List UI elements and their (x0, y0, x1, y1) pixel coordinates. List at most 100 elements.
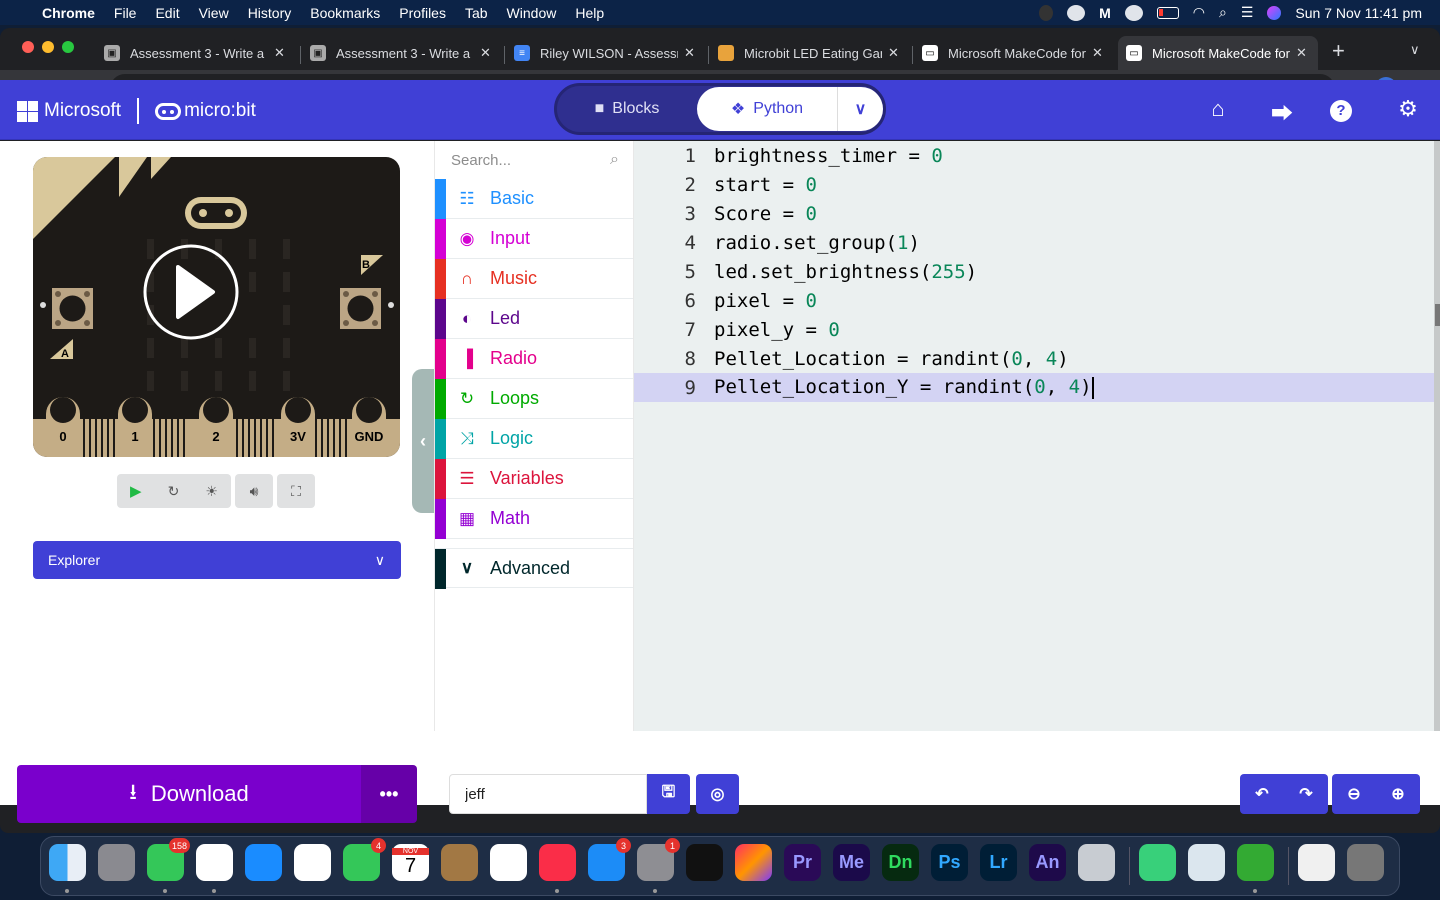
dock-app-mail[interactable] (245, 844, 282, 881)
menu-history[interactable]: History (248, 5, 292, 21)
menu-tab[interactable]: Tab (465, 5, 488, 21)
dock-app-roblox[interactable] (1078, 844, 1115, 881)
dock-app-utorrent[interactable] (1237, 844, 1274, 881)
dock-app-animate[interactable]: An (1029, 844, 1066, 881)
menu-bookmarks[interactable]: Bookmarks (310, 5, 380, 21)
browser-tab-active[interactable]: ▭ Microsoft MakeCode for ✕ (1118, 36, 1318, 70)
browser-tab[interactable]: ▭ Microsoft MakeCode for ✕ (914, 36, 1111, 70)
download-button[interactable]: ⭳ Download (17, 765, 361, 823)
download-more-options-icon[interactable]: ••• (361, 765, 417, 823)
dock-app-contacts[interactable] (441, 844, 478, 881)
toolbox-search-input[interactable]: Search... ⌕ (435, 141, 633, 179)
dock-app-creative-cloud[interactable] (735, 844, 772, 881)
play-icon[interactable]: ▶ (130, 482, 142, 500)
toolbox-category-math[interactable]: ▦ Math (435, 499, 633, 539)
code-line[interactable]: 4 radio.set_group(1) (634, 228, 1440, 257)
toolbox-category-logic[interactable]: ⤨ Logic (435, 419, 633, 459)
dock-app-terminal[interactable] (686, 844, 723, 881)
siri-icon[interactable] (1267, 5, 1282, 20)
zoom-in-icon[interactable]: ⊕ (1391, 784, 1404, 804)
redo-icon[interactable]: ↷ (1299, 784, 1312, 804)
close-tab-icon[interactable]: ✕ (480, 45, 491, 61)
dock-app-facetime[interactable]: 4 (343, 838, 386, 881)
mute-sound-icon[interactable]: 🔊︎ (235, 474, 273, 508)
debug-bug-icon[interactable]: ☀ (205, 483, 218, 500)
dock-app-document[interactable] (1298, 844, 1335, 881)
spotlight-search-icon[interactable]: ⌕ (1219, 4, 1227, 21)
microbit-simulator-board[interactable]: A B 0 1 2 3V GND (33, 157, 400, 457)
toolbox-category-music[interactable]: ∩ Music (435, 259, 633, 299)
close-tab-icon[interactable]: ✕ (274, 45, 285, 61)
menu-window[interactable]: Window (507, 5, 557, 21)
search-icon[interactable]: ⌕ (610, 151, 619, 169)
dock-app-launchpad[interactable] (98, 844, 135, 881)
github-icon[interactable]: ◎ (696, 774, 739, 814)
tab-search-chevron-icon[interactable]: ∨ (1410, 42, 1420, 58)
code-line[interactable]: 8 Pellet_Location = randint(0, 4) (634, 344, 1440, 373)
menu-file[interactable]: File (114, 5, 137, 21)
browser-tab[interactable]: ▣ Assessment 3 - Write a M ✕ (96, 36, 293, 70)
browser-tab[interactable]: ≡ Riley WILSON - Assessm ✕ (506, 36, 703, 70)
close-tab-icon[interactable]: ✕ (1296, 45, 1307, 61)
pin-gnd[interactable] (352, 397, 386, 457)
browser-tab[interactable]: Microbit LED Eating Gam ✕ (710, 36, 907, 70)
dock-app-chrome[interactable] (196, 844, 233, 881)
button-b[interactable] (340, 288, 381, 329)
dock-app-premiere-pro[interactable]: Pr (784, 844, 821, 881)
dock-app-system-preferences[interactable]: 1 (637, 838, 680, 881)
dock-app-trash[interactable] (1347, 844, 1384, 881)
pin-1[interactable] (118, 397, 152, 457)
toolbox-category-advanced[interactable]: ∨ Advanced (435, 548, 633, 589)
toolbox-category-basic[interactable]: ☷ Basic (435, 179, 633, 219)
dock-app-photoshop[interactable]: Ps (931, 844, 968, 881)
project-name-input[interactable] (449, 774, 647, 814)
fullscreen-icon[interactable]: ⛶ (277, 474, 315, 508)
undo-icon[interactable]: ↶ (1255, 784, 1268, 804)
code-line[interactable]: 5 led.set_brightness(255) (634, 257, 1440, 286)
menu-edit[interactable]: Edit (155, 5, 179, 21)
close-tab-icon[interactable]: ✕ (684, 45, 695, 61)
button-a[interactable] (52, 288, 93, 329)
menu-app-chrome[interactable]: Chrome (42, 5, 95, 21)
malwarebytes-status-icon[interactable]: M (1099, 5, 1111, 21)
settings-gear-icon[interactable]: ⚙ (1393, 96, 1423, 122)
pin-3v[interactable] (281, 397, 315, 457)
dock-app-notes[interactable] (490, 844, 527, 881)
dock-app-media-encoder[interactable]: Me (833, 844, 870, 881)
mode-dropdown-chevron-icon[interactable]: ∨ (837, 87, 883, 131)
menu-view[interactable]: View (199, 5, 229, 21)
menubar-clock[interactable]: Sun 7 Nov 11:41 pm (1295, 5, 1422, 21)
code-line[interactable]: 7 pixel_y = 0 (634, 315, 1440, 344)
dock-app-find-my[interactable] (1139, 844, 1176, 881)
code-line[interactable]: 9 Pellet_Location_Y = randint(0, 4) (634, 373, 1440, 402)
close-tab-icon[interactable]: ✕ (888, 45, 899, 61)
pin-0[interactable] (46, 397, 80, 457)
control-center-icon[interactable]: ☰ (1241, 4, 1254, 21)
home-icon[interactable]: ⌂ (1203, 96, 1233, 122)
dock-app-messages[interactable]: 158 (147, 838, 190, 881)
toolbox-category-variables[interactable]: ☰ Variables (435, 459, 633, 499)
dock-app-photos[interactable] (294, 844, 331, 881)
close-tab-icon[interactable]: ✕ (1092, 45, 1103, 61)
maximize-window-button[interactable] (62, 41, 74, 53)
brand-logo[interactable]: Microsoft micro:bit (17, 98, 256, 124)
explorer-panel-toggle[interactable]: Explorer ∨ (33, 541, 401, 579)
utorrent-status-icon[interactable] (1124, 4, 1143, 21)
python-mode-button[interactable]: ❖ Python (697, 87, 837, 131)
close-window-button[interactable] (22, 41, 34, 53)
code-line[interactable]: 1 brightness_timer = 0 (634, 141, 1440, 170)
save-project-icon[interactable]: 🖫︎ (647, 774, 690, 814)
python-code-editor[interactable]: 1 brightness_timer = 0 2 start = 0 3 Score = … (634, 141, 1440, 731)
new-tab-button[interactable]: + (1332, 38, 1345, 64)
dock-app-dimension[interactable]: Dn (882, 844, 919, 881)
dock-app-calendar[interactable]: NOV 7 (392, 844, 429, 881)
battery-icon[interactable] (1156, 6, 1179, 19)
browser-tab[interactable]: ▣ Assessment 3 - Write a M ✕ (302, 36, 499, 70)
menu-profiles[interactable]: Profiles (399, 5, 446, 21)
minimize-window-button[interactable] (42, 41, 54, 53)
dock-app-app-store[interactable]: 3 (588, 838, 631, 881)
share-icon[interactable]: ⮕ (1267, 96, 1297, 128)
play-simulator-icon[interactable] (143, 244, 239, 340)
help-icon[interactable]: ? (1330, 100, 1352, 122)
code-line[interactable]: 2 start = 0 (634, 170, 1440, 199)
